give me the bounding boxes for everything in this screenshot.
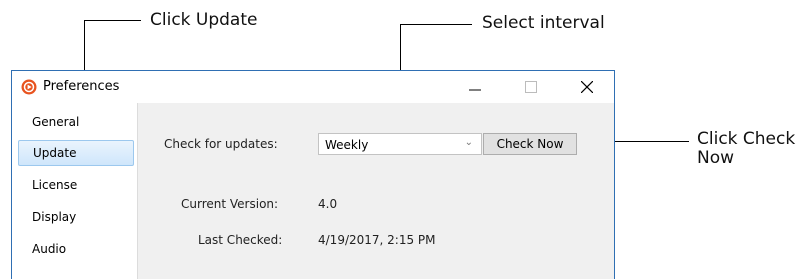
check-for-updates-label: Check for updates:: [164, 137, 278, 151]
sidebar-item-general[interactable]: General: [18, 109, 134, 135]
close-icon: [581, 81, 593, 93]
window-title: Preferences: [43, 79, 120, 94]
callout-click-update: Click Update: [150, 10, 258, 30]
close-button[interactable]: [564, 71, 610, 103]
sidebar-item-display[interactable]: Display: [18, 204, 134, 230]
record-icon: [21, 79, 37, 95]
settings-sidebar: General Update License Display Audio: [12, 103, 138, 279]
last-checked-value: 4/19/2017, 2:15 PM: [318, 233, 436, 247]
callout-click-check-now-1: Click Check: [697, 129, 796, 149]
chevron-down-icon: ⌄: [464, 137, 473, 148]
callout-select-interval: Select interval: [482, 13, 605, 33]
sidebar-item-audio[interactable]: Audio: [18, 236, 134, 262]
preferences-window: Preferences General Update License Displ…: [11, 70, 615, 279]
title-bar: Preferences: [12, 71, 614, 103]
minimize-icon: [469, 89, 481, 91]
callout-click-check-now-2: Now: [697, 148, 735, 168]
check-now-button[interactable]: Check Now: [483, 133, 577, 155]
callout-line-interval-h: [400, 24, 472, 25]
sidebar-item-update[interactable]: Update: [18, 140, 134, 166]
current-version-label: Current Version:: [181, 197, 279, 211]
maximize-icon: [525, 81, 537, 93]
maximize-button[interactable]: [508, 71, 554, 103]
last-checked-label: Last Checked:: [198, 233, 283, 247]
update-interval-select[interactable]: Weekly ⌄: [318, 133, 482, 155]
sidebar-item-license[interactable]: License: [18, 172, 134, 198]
callout-line-update-h: [84, 20, 141, 21]
current-version-value: 4.0: [318, 197, 338, 211]
update-interval-value: Weekly: [325, 138, 369, 152]
minimize-button[interactable]: [452, 71, 498, 103]
